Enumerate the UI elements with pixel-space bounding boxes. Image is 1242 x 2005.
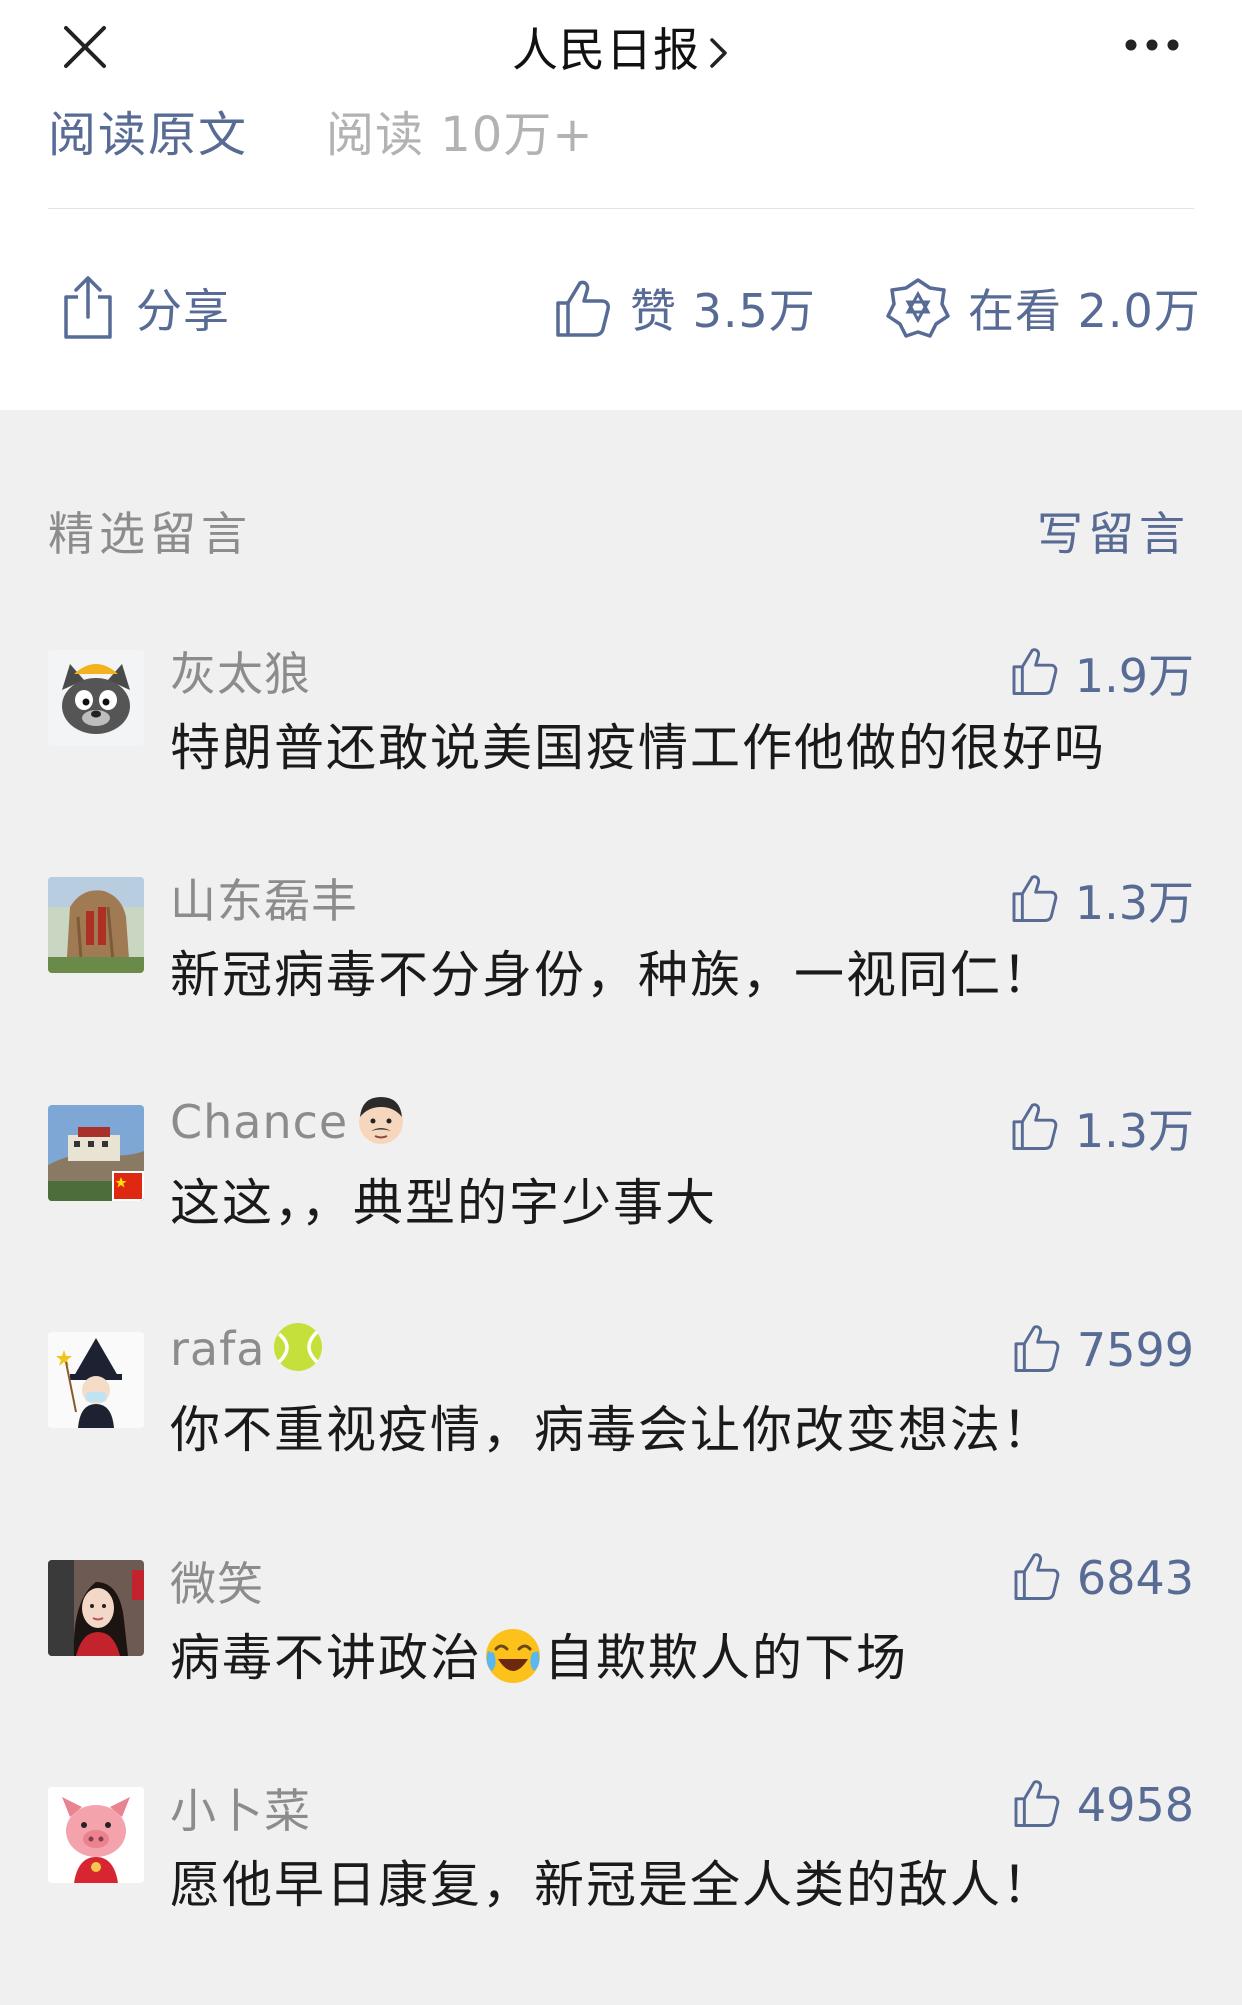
write-comment-button[interactable]: 写留言 xyxy=(1037,498,1190,564)
comment-like-button[interactable]: 1.9万 xyxy=(1009,640,1194,706)
divider xyxy=(48,208,1194,209)
watching-button[interactable]: 在看 2.0万 xyxy=(886,268,1201,348)
rock-avatar[interactable] xyxy=(48,877,144,973)
commenter-name-text: Chance xyxy=(170,1095,349,1149)
read-original-link[interactable]: 阅读原文 xyxy=(48,110,248,160)
commenter-name[interactable]: rafa xyxy=(170,1320,325,1385)
comment-like-button[interactable]: 1.3万 xyxy=(1009,1095,1194,1161)
commenter-name-text: rafa xyxy=(170,1322,266,1376)
like-button[interactable]: 赞 3.5万 xyxy=(552,268,816,348)
comment-like-count: 6843 xyxy=(1076,1551,1194,1605)
grey-wolf-avatar[interactable] xyxy=(48,650,144,746)
read-count: 阅读 10万+ xyxy=(326,107,594,163)
thumbs-up-icon xyxy=(1011,1322,1061,1378)
commenter-name[interactable]: 灰太狼 xyxy=(170,638,311,704)
chevron-right-icon xyxy=(706,27,730,81)
comments-header: 精选留言 写留言 xyxy=(48,498,1190,561)
comment-like-button[interactable]: 7599 xyxy=(1011,1322,1194,1378)
commenter-name[interactable]: 微笑 xyxy=(170,1548,264,1614)
woman-avatar[interactable] xyxy=(48,1560,144,1656)
comment-item: Chance 1.3万 这这，，典型的字少事大 xyxy=(48,1095,1194,1265)
crying-laughing-emoji xyxy=(482,1625,544,1699)
account-title[interactable]: 人民日报 xyxy=(0,14,1242,81)
thumbs-up-icon xyxy=(1009,1100,1059,1156)
share-icon xyxy=(58,275,118,341)
account-name: 人民日报 xyxy=(512,23,700,77)
comment-text: 病毒不讲政治 自欺欺人的下场 xyxy=(170,1618,908,1699)
comment-like-count: 1.3万 xyxy=(1074,1104,1194,1158)
tennis-ball-emoji xyxy=(271,1320,325,1385)
comment-like-count: 4958 xyxy=(1076,1778,1194,1832)
thumbs-up-icon xyxy=(1009,872,1059,928)
watching-star-icon xyxy=(886,276,950,340)
watching-count-label: 在看 2.0万 xyxy=(968,284,1201,338)
comment-item: rafa 7599 你不重视疫情，病毒会让你改变想法！ xyxy=(48,1322,1194,1492)
man-face-emoji xyxy=(354,1093,408,1158)
comment-text-before: 病毒不讲政治 xyxy=(170,1629,482,1687)
palace-avatar[interactable] xyxy=(48,1105,144,1201)
featured-comments-title: 精选留言 xyxy=(48,507,252,561)
comment-item: 山东磊丰 1.3万 新冠病毒不分身份，种族，一视同仁！ xyxy=(48,874,1194,1037)
commenter-name[interactable]: 山东磊丰 xyxy=(170,865,358,931)
article-footer: 阅读原文 阅读 10万+ 分享 赞 3.5万 在看 2.0万 xyxy=(0,110,1242,410)
more-icon[interactable] xyxy=(1122,30,1182,60)
share-button[interactable]: 分享 xyxy=(58,268,230,348)
like-count-label: 赞 3.5万 xyxy=(630,284,816,338)
comment-like-count: 1.3万 xyxy=(1074,876,1194,930)
commenter-name[interactable]: Chance xyxy=(170,1093,408,1158)
comment-item: 小卜菜 4958 愿他早日康复，新冠是全人类的敌人！ xyxy=(48,1778,1194,1947)
comment-text: 新冠病毒不分身份，种族，一视同仁！ xyxy=(170,946,1054,1004)
thumbs-up-icon xyxy=(1011,1777,1061,1833)
comment-like-button[interactable]: 4958 xyxy=(1011,1777,1194,1833)
wizard-avatar[interactable] xyxy=(48,1332,144,1428)
comment-item: 灰太狼 1.9万 特朗普还敢说美国疫情工作他做的很好吗 xyxy=(48,647,1194,810)
share-label: 分享 xyxy=(136,284,230,338)
thumbs-up-icon xyxy=(1011,1550,1061,1606)
comment-text: 特朗普还敢说美国疫情工作他做的很好吗 xyxy=(170,719,1106,777)
comment-text: 这这，，典型的字少事大 xyxy=(170,1174,717,1232)
commenter-name[interactable]: 小卜菜 xyxy=(170,1775,311,1841)
pig-avatar[interactable] xyxy=(48,1787,144,1883)
thumbs-up-icon xyxy=(1009,645,1059,701)
comment-text: 愿他早日康复，新冠是全人类的敌人！ xyxy=(170,1856,1054,1914)
comment-like-count: 1.9万 xyxy=(1074,649,1194,703)
top-nav-bar: 人民日报 xyxy=(0,0,1242,111)
thumbs-up-icon xyxy=(552,277,612,339)
comment-like-button[interactable]: 6843 xyxy=(1011,1550,1194,1606)
comment-text-after: 自欺欺人的下场 xyxy=(544,1629,908,1687)
comment-like-button[interactable]: 1.3万 xyxy=(1009,867,1194,933)
comment-item: 微笑 6843 病毒不讲政治 自欺欺人的下场 xyxy=(48,1551,1194,1720)
comment-like-count: 7599 xyxy=(1076,1323,1194,1377)
comment-text: 你不重视疫情，病毒会让你改变想法！ xyxy=(170,1401,1054,1459)
